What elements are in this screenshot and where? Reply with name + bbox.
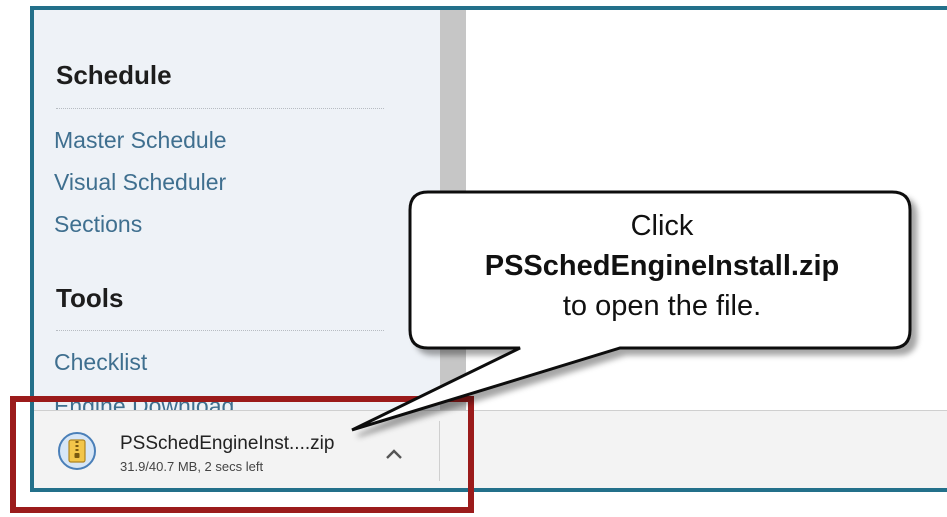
callout-filename: PSSchedEngineInstall.zip: [484, 250, 840, 282]
divider: [56, 108, 384, 109]
highlight-box: [10, 396, 474, 513]
link-visual-scheduler[interactable]: Visual Scheduler: [54, 169, 226, 196]
link-checklist[interactable]: Checklist: [54, 349, 147, 376]
link-sections[interactable]: Sections: [54, 211, 142, 238]
sidebar: Schedule Master Schedule Visual Schedule…: [34, 10, 440, 410]
link-master-schedule[interactable]: Master Schedule: [54, 127, 227, 154]
callout-line-3: to open the file.: [562, 290, 762, 322]
callout-line-1: Click: [630, 210, 694, 242]
section-heading-tools: Tools: [56, 283, 124, 313]
divider: [56, 330, 384, 331]
callout-text: Click PSSchedEngineInstall.zip to open t…: [414, 206, 910, 326]
section-heading-schedule: Schedule: [56, 60, 172, 90]
